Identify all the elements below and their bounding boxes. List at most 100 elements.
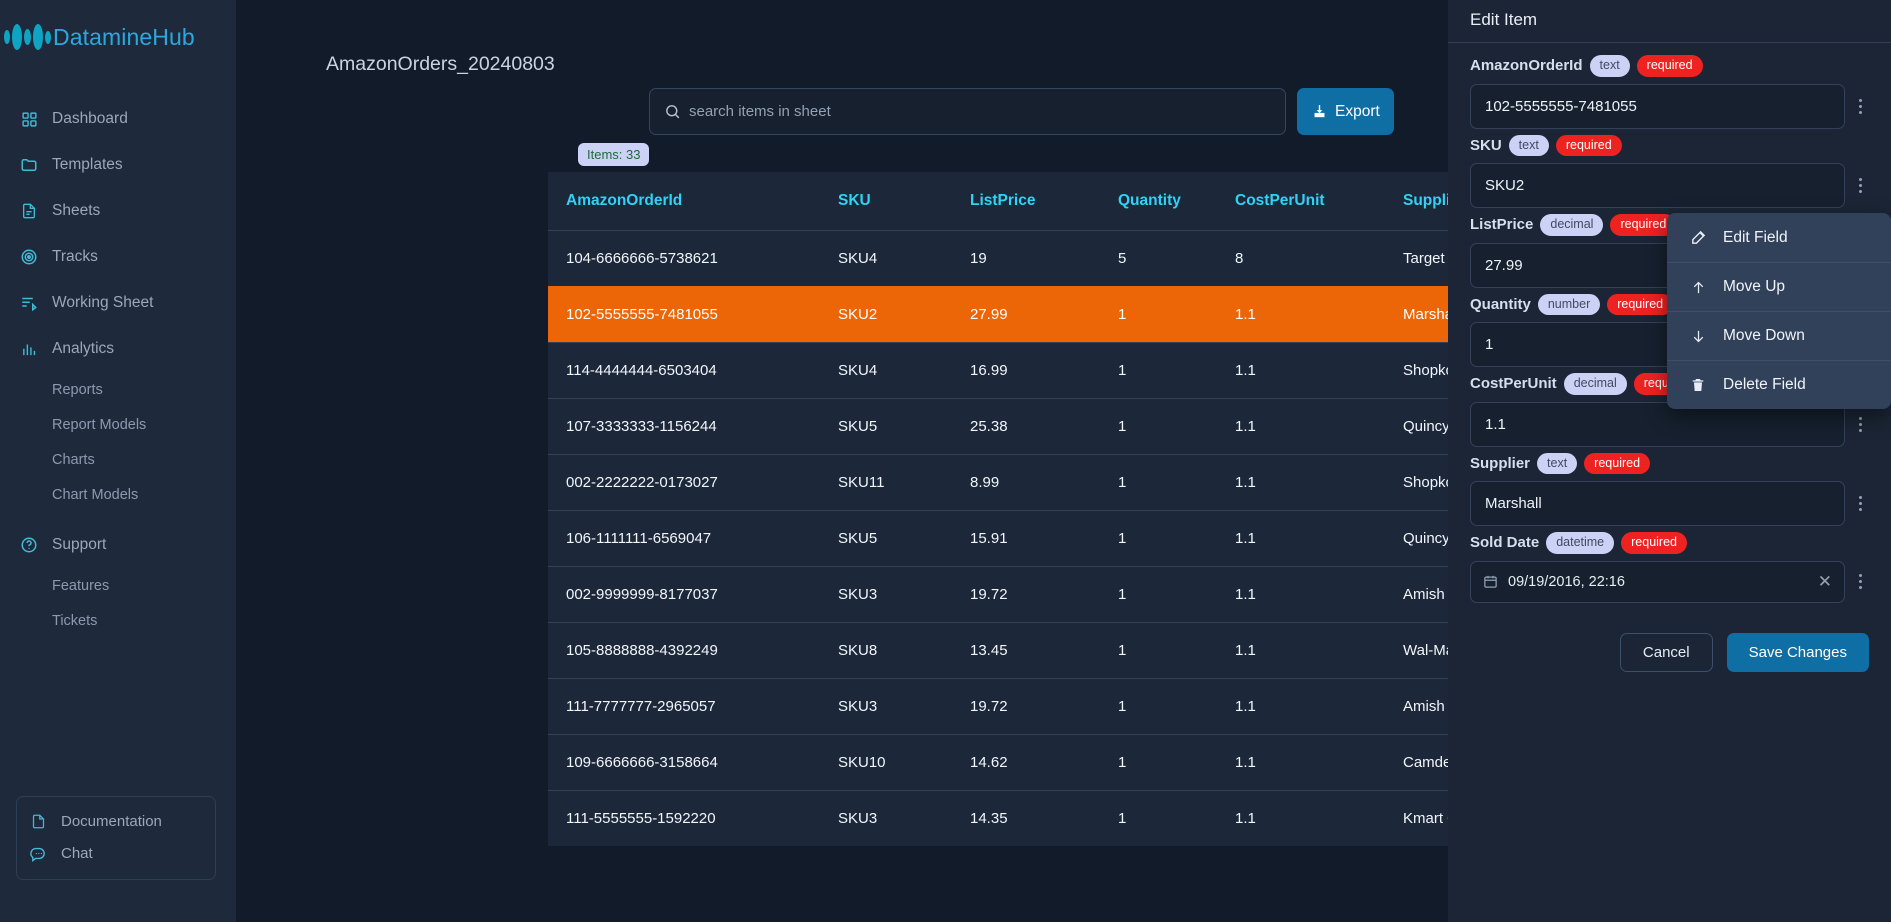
brand: DatamineHub	[0, 0, 236, 56]
export-button[interactable]: Export	[1297, 88, 1394, 135]
field-menu-icon[interactable]	[1851, 89, 1869, 123]
pencil-square-icon	[1689, 229, 1707, 246]
sidebar-item-label: Documentation	[61, 812, 162, 830]
context-menu-item-move-down[interactable]: Move Down	[1667, 311, 1891, 360]
table-cell: 1	[1100, 286, 1217, 343]
table-cell: 1.1	[1217, 622, 1385, 679]
table-cell: SKU8	[820, 622, 952, 679]
brand-name: DatamineHub	[53, 23, 195, 50]
date-value: 09/19/2016, 22:16	[1508, 573, 1625, 590]
chat-bubble-icon	[29, 844, 47, 862]
field-required-badge: required	[1607, 293, 1674, 315]
field-input[interactable]	[1470, 163, 1845, 208]
table-cell: 15.91	[952, 510, 1100, 567]
context-menu-item-label: Move Down	[1723, 327, 1805, 344]
table-cell: 16.99	[952, 342, 1100, 399]
table-cell: 1.1	[1217, 790, 1385, 846]
table-cell: 1.1	[1217, 734, 1385, 791]
sidebar-subitem-label: Features	[52, 577, 110, 594]
table-column-header[interactable]: Quantity	[1100, 172, 1217, 231]
app-root: DatamineHub Dashboard Templates Sheets T…	[0, 0, 1891, 922]
sidebar-subitem-label: Chart Models	[52, 486, 139, 503]
sidebar-subitem-report-models[interactable]: Report Models	[0, 407, 236, 442]
sidebar-item-documentation[interactable]: Documentation	[17, 805, 215, 837]
table-cell: 1.1	[1217, 454, 1385, 511]
sidebar-subitem-reports[interactable]: Reports	[0, 372, 236, 407]
arrow-up-icon	[1689, 279, 1707, 296]
table-cell: SKU10	[820, 734, 952, 791]
search-bar[interactable]	[649, 88, 1286, 135]
field-sold-date: Sold Date datetime required 09/19/2016, …	[1470, 532, 1869, 603]
table-cell: SKU11	[820, 454, 952, 511]
table-cell: 1	[1100, 454, 1217, 511]
sidebar: DatamineHub Dashboard Templates Sheets T…	[0, 0, 236, 922]
table-cell: 8.99	[952, 454, 1100, 511]
edit-item-panel: Edit Item AmazonOrderId text required SKU te…	[1448, 0, 1891, 922]
sidebar-item-tracks[interactable]: Tracks	[0, 234, 236, 280]
table-cell: 1.1	[1217, 286, 1385, 343]
field-input[interactable]	[1470, 83, 1845, 129]
sidebar-nav: Dashboard Templates Sheets Tracks Workin…	[0, 96, 236, 638]
clear-icon[interactable]: ✕	[1818, 572, 1832, 592]
trash-icon	[1689, 377, 1707, 393]
target-icon	[20, 248, 38, 266]
table-cell: 1	[1100, 566, 1217, 623]
table-cell: 107-3333333-1156244	[548, 398, 820, 455]
table-cell: 106-1111111-6569047	[548, 510, 820, 567]
table-column-header[interactable]: AmazonOrderId	[548, 172, 820, 231]
cancel-button[interactable]: Cancel	[1619, 632, 1713, 672]
table-cell: 111-5555555-1592220	[548, 790, 820, 846]
sidebar-subitem-features[interactable]: Features	[0, 568, 236, 603]
field-menu-icon[interactable]	[1851, 487, 1869, 521]
sidebar-item-sheets[interactable]: Sheets	[0, 188, 236, 234]
sidebar-subitem-charts[interactable]: Charts	[0, 442, 236, 477]
date-input[interactable]: 09/19/2016, 22:16 ✕	[1470, 560, 1845, 603]
field-menu-icon[interactable]	[1851, 565, 1869, 599]
table-cell: 19.72	[952, 678, 1100, 735]
table-cell: 19	[952, 230, 1100, 287]
table-cell: SKU4	[820, 342, 952, 399]
field-type-badge: number	[1537, 293, 1601, 315]
folder-icon	[20, 156, 38, 174]
table-cell: 1	[1100, 510, 1217, 567]
table-column-header[interactable]: ListPrice	[952, 172, 1100, 231]
context-menu-item-label: Edit Field	[1723, 228, 1788, 246]
field-input[interactable]	[1470, 481, 1845, 526]
sidebar-subitem-chart-models[interactable]: Chart Models	[0, 477, 236, 512]
export-icon	[1314, 105, 1325, 118]
field-label: SKU	[1470, 136, 1502, 154]
sidebar-item-dashboard[interactable]: Dashboard	[0, 96, 236, 142]
table-cell: 002-9999999-8177037	[548, 566, 820, 623]
table-cell: 13.45	[952, 622, 1100, 679]
context-menu-item-move-up[interactable]: Move Up	[1667, 262, 1891, 311]
field-menu-icon[interactable]	[1851, 169, 1869, 203]
table-cell: SKU3	[820, 566, 952, 623]
search-input[interactable]	[689, 103, 1271, 120]
field-type-badge: text	[1508, 134, 1549, 156]
sidebar-item-chat[interactable]: Chat	[17, 837, 215, 869]
sidebar-item-label: Dashboard	[52, 110, 128, 127]
field-label: CostPerUnit	[1470, 375, 1557, 393]
context-menu-item-edit-field[interactable]: Edit Field	[1667, 213, 1891, 262]
save-changes-button[interactable]: Save Changes	[1726, 632, 1869, 672]
sidebar-item-templates[interactable]: Templates	[0, 142, 236, 188]
table-cell: SKU3	[820, 678, 952, 735]
field-menu-icon[interactable]	[1851, 407, 1869, 441]
table-column-header[interactable]: SKU	[820, 172, 952, 231]
field-input-row: 09/19/2016, 22:16 ✕	[1470, 560, 1869, 603]
field-input-row	[1470, 163, 1869, 208]
context-menu-item-delete-field[interactable]: Delete Field	[1667, 360, 1891, 409]
table-cell: SKU4	[820, 230, 952, 287]
sidebar-subitem-label: Tickets	[52, 612, 98, 629]
sidebar-subitem-tickets[interactable]: Tickets	[0, 603, 236, 638]
field-label: Sold Date	[1470, 534, 1540, 552]
sidebar-item-label: Chat	[61, 844, 93, 862]
sidebar-item-support[interactable]: Support	[0, 522, 236, 568]
field-label: AmazonOrderId	[1470, 57, 1583, 75]
sidebar-item-working-sheet[interactable]: Working Sheet	[0, 280, 236, 326]
sidebar-item-label: Tracks	[52, 248, 98, 265]
table-column-header[interactable]: CostPerUnit	[1217, 172, 1385, 231]
sidebar-item-analytics[interactable]: Analytics	[0, 326, 236, 372]
table-cell: 1	[1100, 342, 1217, 399]
table-cell: 105-8888888-4392249	[548, 622, 820, 679]
